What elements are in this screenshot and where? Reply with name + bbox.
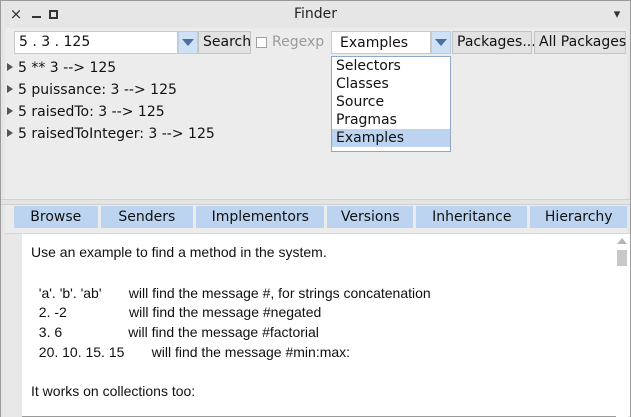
chevron-down-icon[interactable]: ▾ [610, 6, 624, 22]
description-text-pane[interactable]: Use an example to find a method in the s… [5, 233, 630, 417]
scope-option-pragmas[interactable]: Pragmas [332, 111, 450, 129]
list-item[interactable]: 5 raisedToInteger: 3 --> 125 [7, 126, 215, 146]
scroll-up-icon[interactable] [617, 238, 627, 244]
result-label: 5 raisedToInteger: 3 --> 125 [18, 126, 215, 142]
description-line: 3. 6 will find the message #factorial [31, 324, 319, 340]
search-history-dropdown[interactable] [178, 31, 198, 54]
all-packages-button[interactable]: All Packages [534, 31, 626, 54]
tab-browse[interactable]: Browse [14, 206, 98, 228]
results-list: 5 ** 3 --> 125 5 puissance: 3 --> 125 5 … [5, 56, 627, 199]
regexp-label: Regexp [272, 34, 325, 50]
scope-option-examples[interactable]: Examples [332, 129, 450, 147]
result-label: 5 puissance: 3 --> 125 [18, 82, 177, 98]
action-tabs: Browse Senders Implementors Versions Inh… [14, 206, 627, 228]
description-line: Use an example to find a method in the s… [31, 244, 327, 260]
scope-option-selectors[interactable]: Selectors [332, 57, 450, 75]
list-item[interactable]: 5 ** 3 --> 125 [7, 60, 116, 80]
chevron-down-icon [182, 39, 194, 46]
packages-button[interactable]: Packages... [452, 31, 536, 54]
description-line: 'a'. 'b'. 'ab' will find the message #, … [31, 285, 431, 301]
tab-implementors[interactable]: Implementors [196, 206, 325, 228]
tab-versions[interactable]: Versions [327, 206, 414, 228]
search-button[interactable]: Search [198, 31, 251, 54]
triangle-right-icon[interactable] [7, 63, 13, 71]
triangle-right-icon[interactable] [7, 85, 13, 93]
description-line: It works on collections too: [31, 383, 196, 399]
search-scope-select[interactable]: Examples [331, 31, 431, 54]
result-label: 5 raisedTo: 3 --> 125 [18, 104, 165, 120]
description-line: 2. -2 will find the message #negated [31, 304, 322, 320]
triangle-right-icon[interactable] [7, 129, 13, 137]
tab-hierarchy[interactable]: Hierarchy [530, 206, 627, 228]
vertical-scrollbar[interactable] [616, 234, 628, 417]
tab-senders[interactable]: Senders [100, 206, 194, 228]
search-scope-options: Selectors Classes Source Pragmas Example… [331, 56, 451, 152]
pane-splitter[interactable] [1, 199, 630, 205]
search-toolbar: 5 . 3 . 125 Search Regexp Examples Packa… [1, 28, 630, 56]
scope-option-source[interactable]: Source [332, 93, 450, 111]
search-scope-dropdown[interactable] [431, 31, 451, 54]
chevron-down-icon [435, 39, 447, 46]
triangle-right-icon[interactable] [7, 107, 13, 115]
title-bar[interactable]: × Finder ▾ [1, 1, 630, 28]
window-title: Finder [293, 6, 338, 22]
finder-window: × Finder ▾ 5 . 3 . 125 Search Regexp Exa… [0, 0, 631, 417]
search-input[interactable]: 5 . 3 . 125 [14, 31, 178, 54]
list-item[interactable]: 5 raisedTo: 3 --> 125 [7, 104, 165, 124]
tab-inheritance[interactable]: Inheritance [416, 206, 528, 228]
regexp-checkbox[interactable] [256, 37, 267, 48]
description-line: 20. 10. 15. 15 will find the message #mi… [31, 344, 351, 360]
list-item[interactable]: 5 puissance: 3 --> 125 [7, 82, 177, 102]
scope-option-classes[interactable]: Classes [332, 75, 450, 93]
result-label: 5 ** 3 --> 125 [18, 60, 117, 76]
scrollbar-thumb[interactable] [617, 250, 627, 266]
text-gutter [5, 234, 22, 417]
